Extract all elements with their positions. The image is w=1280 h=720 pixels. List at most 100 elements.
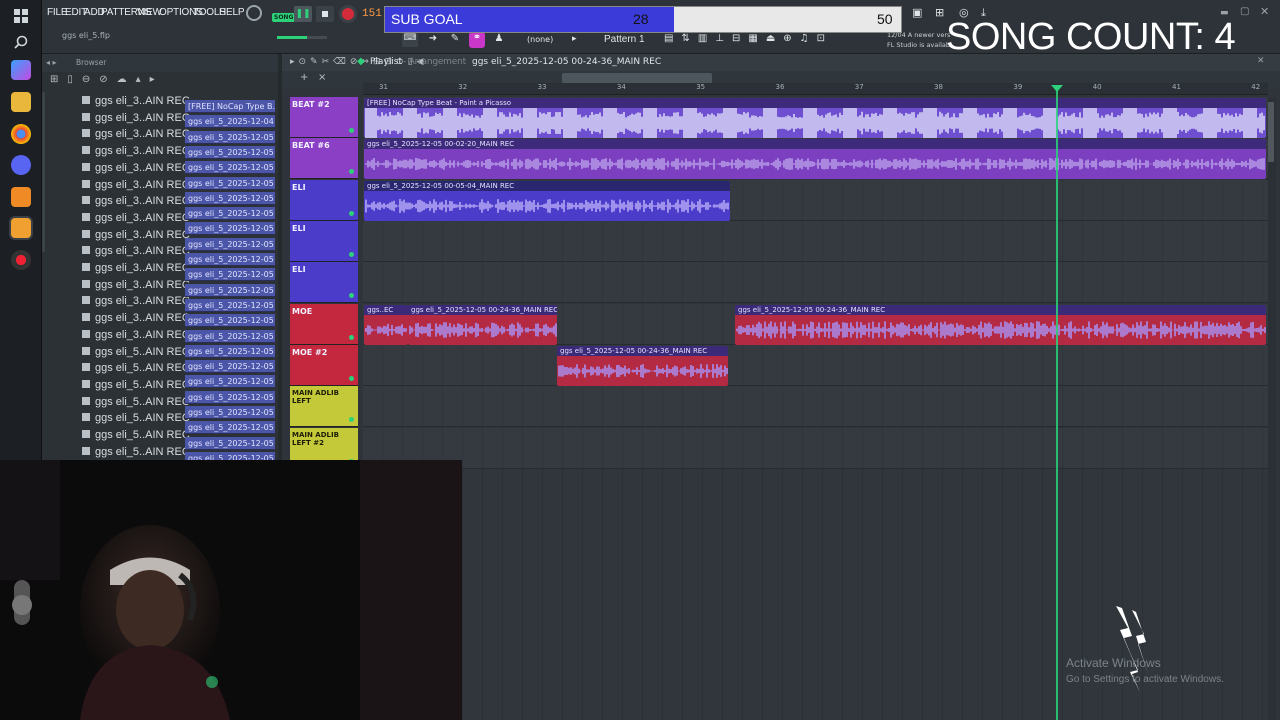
browser-file-item[interactable]: ggs eli_3..AIN REC (82, 295, 190, 311)
stamp-icon[interactable]: ♟ (491, 33, 507, 47)
pattern-list-item[interactable]: ggs eli_5_2025-12-05 00... (185, 298, 275, 312)
pattern-list-item[interactable]: ggs eli_5_2025-12-05 00... (185, 145, 275, 159)
track-header[interactable]: MAIN ADLIB LEFT (290, 386, 358, 427)
pattern-list-item[interactable]: ggs eli_5_2025-12-05 00... (185, 360, 275, 374)
track-enable-led[interactable] (349, 169, 354, 174)
close-x-icon[interactable]: × (318, 72, 326, 83)
record-button[interactable] (339, 5, 357, 23)
pattern-list-item[interactable]: ggs eli_5_2025-12-05 00... (185, 329, 275, 343)
browser-menu-icon[interactable]: ◂ ▸ (46, 58, 57, 67)
master-volume-slider[interactable] (277, 36, 327, 39)
playhead[interactable] (1056, 88, 1058, 720)
track-header[interactable]: MOE (290, 304, 358, 345)
browser-file-item[interactable]: ggs eli_3..AIN REC (82, 95, 190, 111)
obs-icon[interactable] (11, 250, 31, 270)
browser-file-item[interactable]: ggs eli_5..AIN REC (82, 362, 190, 378)
link-icon[interactable]: ⚭ (469, 32, 485, 48)
save-icon[interactable]: ▣ (912, 6, 928, 22)
pattern-list-item[interactable]: ggs eli_5_2025-12-05 00... (185, 237, 275, 251)
browser-file-item[interactable]: ggs eli_5..AIN REC (82, 396, 190, 412)
track-lane[interactable] (363, 345, 1268, 386)
track-enable-led[interactable] (349, 335, 354, 340)
track-header[interactable]: ELI (290, 262, 358, 303)
window-shortcut-icons[interactable]: ▤⇅▥⊥⊟▦⏏⊕♫⊡ (664, 33, 904, 47)
pattern-list-item[interactable]: ggs eli_5_2025-12-05 00... (185, 253, 275, 266)
fl-studio-active-icon[interactable] (11, 218, 31, 238)
browser-file-item[interactable]: ggs eli_3..AIN REC (82, 329, 190, 345)
search-icon[interactable] (11, 32, 31, 52)
typing-keyboard-icon[interactable]: ⌨ (402, 33, 418, 47)
playlist-close-icon[interactable]: ✕ (1257, 56, 1265, 66)
audio-clip[interactable]: [FREE] NoCap Type Beat - Paint a Picasso (364, 98, 1266, 138)
track-enable-led[interactable] (349, 376, 354, 381)
pattern-list-item[interactable]: ggs eli_5_2025-12-05 00... (185, 344, 275, 358)
track-enable-led[interactable] (349, 417, 354, 422)
browser-file-item[interactable]: ggs eli_3..AIN REC (82, 245, 190, 261)
add-track-icon[interactable]: + (300, 72, 308, 83)
track-lane[interactable] (363, 262, 1268, 303)
chrome-icon[interactable] (11, 124, 31, 144)
arrangement-label[interactable]: Arrangement (409, 57, 466, 67)
pattern-list-item[interactable]: ggs eli_5_2025-12-05 00... (185, 421, 275, 435)
pattern-list-item[interactable]: ggs eli_5_2025-12-05 00... (185, 191, 275, 205)
browser-scrollbar[interactable] (42, 92, 45, 252)
pattern-list-item[interactable]: ggs eli_5_2025-12-05 00... (185, 436, 275, 450)
timeline-ruler[interactable]: 31 32 33 34 35 36 37 38 39 40 41 42 (363, 83, 1268, 95)
browser-file-item[interactable]: ggs eli_5..AIN REC (82, 379, 190, 395)
playhead-marker-icon[interactable] (1051, 85, 1063, 92)
play-arrow-icon[interactable]: ▸ (572, 34, 577, 44)
discord-icon[interactable] (11, 155, 31, 175)
pattern-list-item[interactable]: ggs eli_5_2025-12-05 00... (185, 406, 275, 419)
close-icon[interactable]: ✕ (1260, 5, 1269, 18)
pattern-list-item[interactable]: ggs eli_5_2025-12-05 00... (185, 161, 275, 175)
browser-file-item[interactable]: ggs eli_3..AIN REC (82, 279, 190, 295)
browser-toolbar-icons[interactable]: ⊞▯⊖⊘☁▴▸ (50, 74, 270, 90)
browser-file-item[interactable]: ggs eli_3..AIN REC (82, 262, 190, 278)
file-explorer-icon[interactable] (11, 92, 31, 112)
browser-file-item[interactable]: ggs eli_3..AIN REC (82, 229, 190, 245)
current-clip-name[interactable]: ggs eli_5_2025-12-05 00-24-36_MAIN REC (472, 57, 661, 67)
track-lane[interactable] (363, 428, 1268, 469)
audio-clip[interactable]: ggs eli_5_2025-12-05 00-24-36_MAIN REC (408, 305, 557, 345)
track-enable-led[interactable] (349, 293, 354, 298)
pattern-selector[interactable]: Pattern 1 (604, 34, 645, 45)
pattern-list-item[interactable]: ggs eli_5_2025-12-05 00... (185, 207, 275, 221)
browser-file-item[interactable]: ggs eli_3..AIN REC (82, 145, 190, 161)
track-header[interactable]: MOE #2 (290, 345, 358, 386)
fl-studio-icon[interactable] (11, 187, 31, 207)
browser-file-item[interactable]: ggs eli_5..AIN REC (82, 412, 190, 428)
track-header[interactable]: ELI (290, 180, 358, 221)
browser-file-item[interactable]: ggs eli_3..AIN REC (82, 212, 190, 228)
pencil-icon[interactable]: ✎ (447, 33, 463, 47)
browser-file-item[interactable]: ggs eli_3..AIN REC (82, 128, 190, 144)
arrow-right-icon[interactable]: ➜ (425, 33, 441, 47)
pattern-list-item[interactable]: ggs eli_5_2025-12-05 00... (185, 314, 275, 328)
maximize-icon[interactable]: ▢ (1240, 6, 1249, 17)
windows-start-icon[interactable] (11, 6, 31, 26)
browser-file-item[interactable]: ggs eli_3..AIN REC (82, 195, 190, 211)
pattern-list-item[interactable]: ggs eli_5_2025-12-05 00... (185, 390, 275, 404)
pattern-list-item[interactable]: ggs eli_5_2025-12-04 23... (185, 115, 275, 129)
browser-file-item[interactable]: ggs eli_3..AIN REC (82, 179, 190, 195)
pattern-list-item[interactable]: ggs eli_5_2025-12-05 00... (185, 176, 275, 190)
copilot-icon[interactable] (11, 60, 31, 80)
track-enable-led[interactable] (349, 128, 354, 133)
pattern-list-item[interactable]: [FREE] NoCap Type B... (185, 100, 275, 113)
audio-clip[interactable]: ggs eli_5_2025-12-05 00-24-36_MAIN REC (557, 346, 728, 386)
browser-file-item[interactable]: ggs eli_5..AIN REC (82, 346, 190, 362)
pattern-list-item[interactable]: ggs eli_5_2025-12-05 00... (185, 222, 275, 236)
stop-button[interactable] (316, 6, 334, 22)
browser-file-item[interactable]: ggs eli_3..AIN REC (82, 312, 190, 328)
track-header[interactable]: BEAT #6 (290, 138, 358, 179)
snap-select[interactable]: (none) (527, 35, 553, 44)
audio-clip[interactable]: ggs eli_5_2025-12-05 00-02-20_MAIN REC (364, 139, 1266, 179)
track-lane[interactable] (363, 221, 1268, 262)
song-mode-badge[interactable]: SONG (272, 13, 296, 22)
menu-help[interactable]: HELP (219, 7, 245, 18)
pattern-list-item[interactable]: ggs eli_5_2025-12-05 00... (185, 283, 275, 297)
audio-clip[interactable]: ggs..EC (364, 305, 408, 345)
browser-file-item[interactable]: ggs eli_3..AIN REC (82, 162, 190, 178)
audio-clip[interactable]: ggs eli_5_2025-12-05 00-05-04_MAIN REC (364, 181, 730, 221)
audio-clip[interactable]: ggs eli_5_2025-12-05 00-24-36_MAIN REC (735, 305, 1266, 345)
track-enable-led[interactable] (349, 211, 354, 216)
